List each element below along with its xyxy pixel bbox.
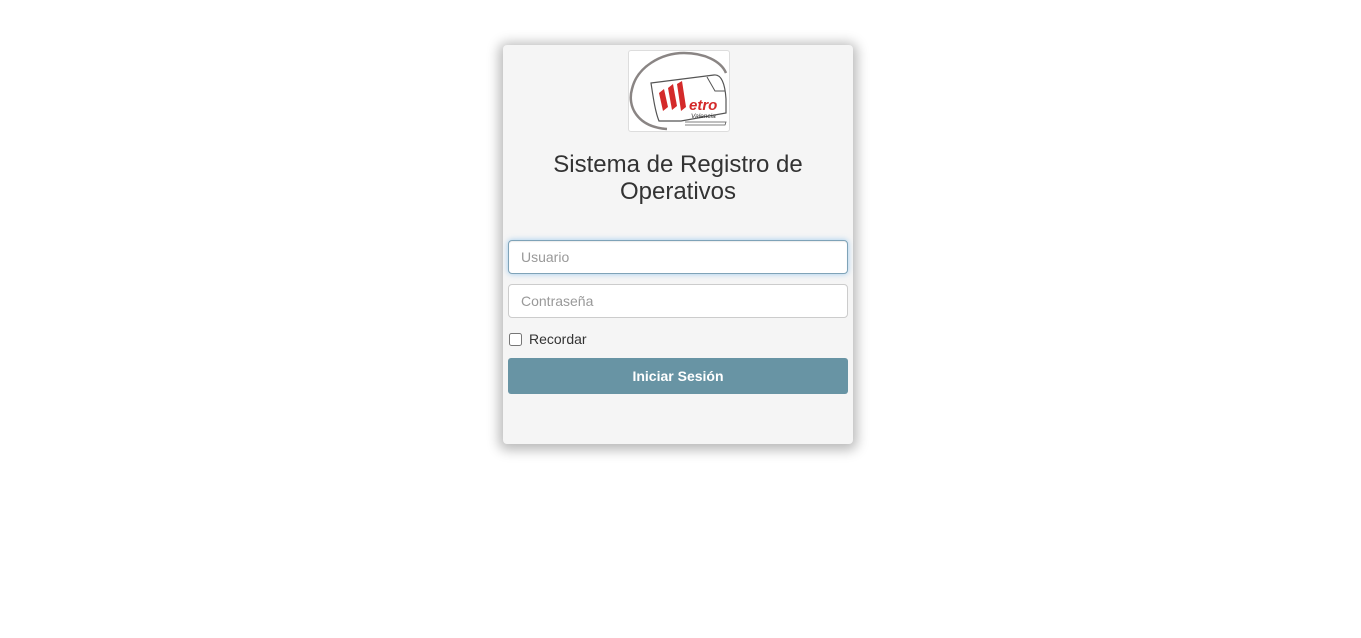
metro-valencia-logo: etro Valencia xyxy=(628,50,730,132)
page-title: Sistema de Registro de Operativos xyxy=(553,151,803,205)
logo-text-main: etro xyxy=(689,97,717,114)
username-input[interactable] xyxy=(508,240,848,274)
remember-checkbox[interactable] xyxy=(509,332,522,346)
remember-label: Recordar xyxy=(529,331,587,347)
logo-text-sub: Valencia xyxy=(691,113,716,120)
login-button[interactable]: Iniciar Sesión xyxy=(508,358,848,394)
password-input[interactable] xyxy=(508,284,848,318)
metro-logo-icon: etro Valencia xyxy=(629,51,728,131)
remember-row[interactable]: Recordar xyxy=(508,330,587,348)
login-card: etro Valencia Sistema de Registro de Ope… xyxy=(503,45,853,444)
